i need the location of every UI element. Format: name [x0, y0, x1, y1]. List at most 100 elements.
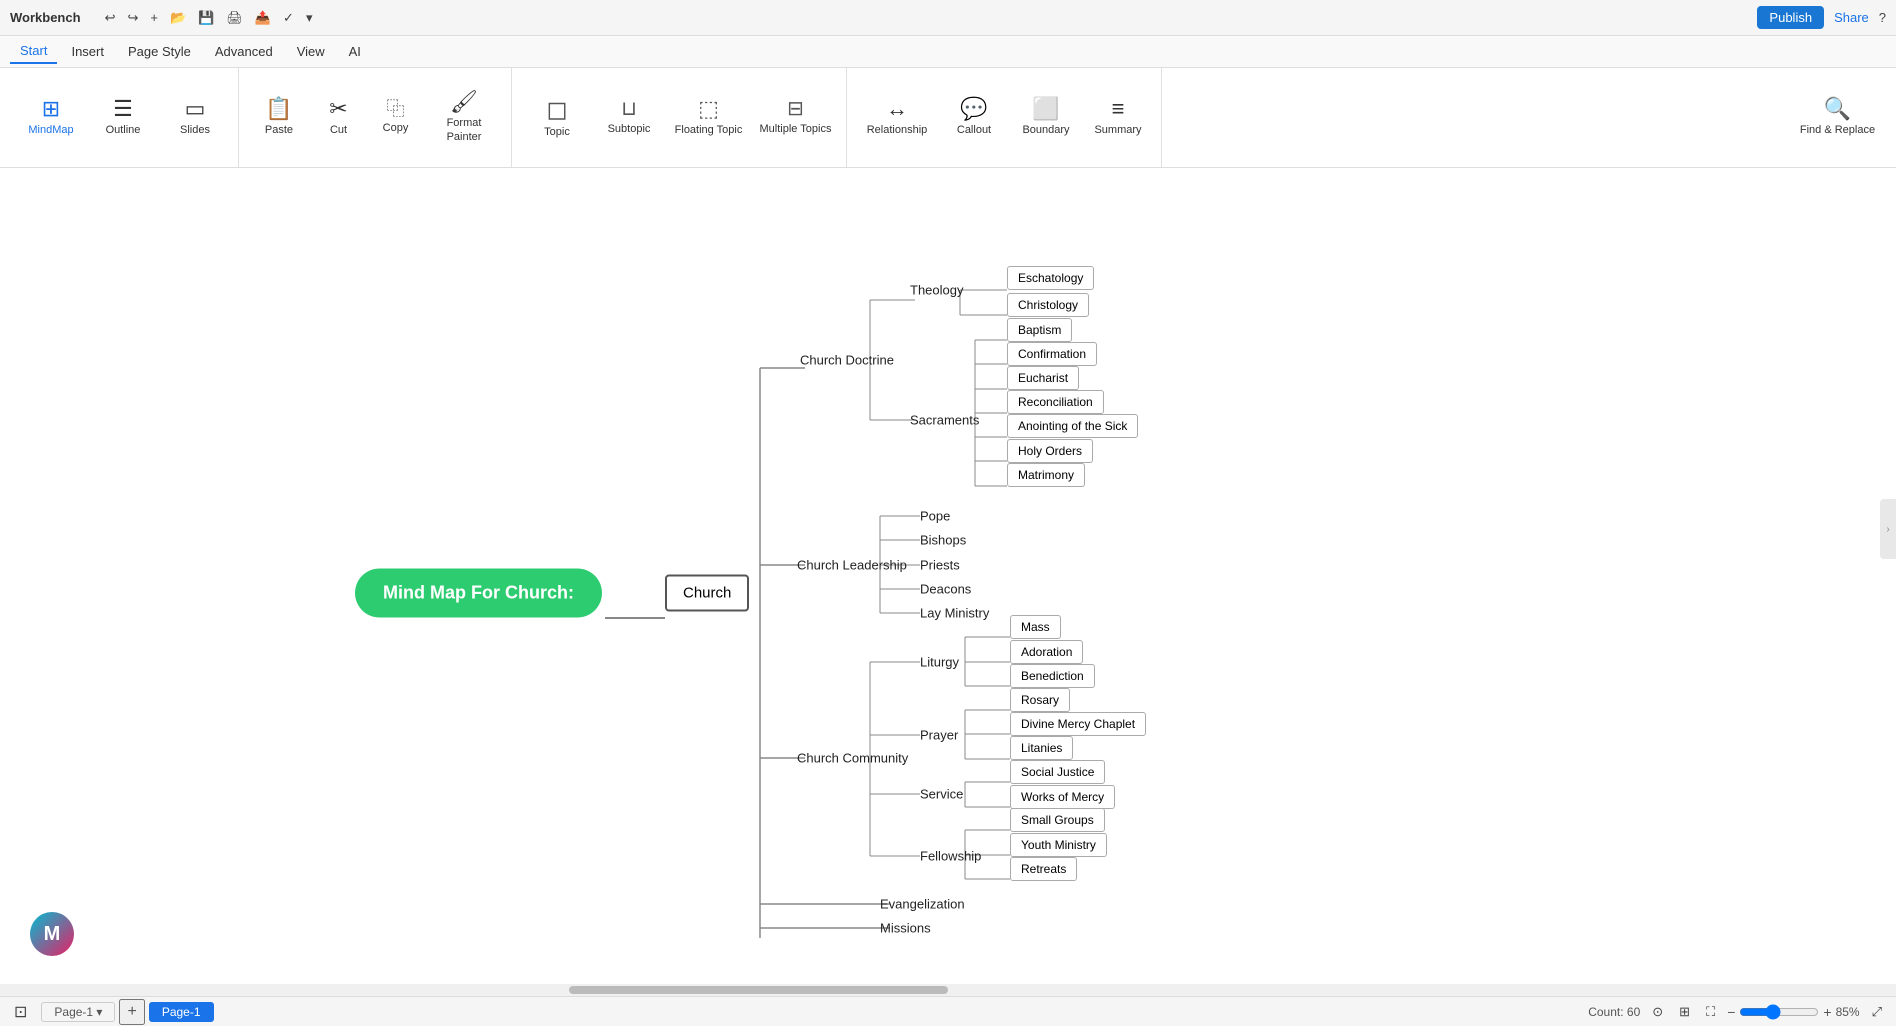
node-benediction[interactable]: Benediction: [1010, 664, 1095, 688]
node-christology[interactable]: Christology: [1007, 293, 1089, 317]
canvas-area[interactable]: ›: [0, 168, 1896, 996]
node-mass[interactable]: Mass: [1010, 615, 1061, 639]
node-bishops[interactable]: Bishops: [920, 533, 966, 548]
node-reconciliation[interactable]: Reconciliation: [1007, 390, 1104, 414]
title-bar: Workbench ↩ ↪ + 📂 💾 🖨 📤 ✓ ▾ Publish Shar…: [0, 0, 1896, 36]
node-works-of-mercy[interactable]: Works of Mercy: [1010, 785, 1115, 809]
fullscreen-button[interactable]: ⛶: [1702, 1002, 1719, 1022]
node-rosary[interactable]: Rosary: [1010, 688, 1070, 712]
node-retreats[interactable]: Retreats: [1010, 857, 1077, 881]
undo-button[interactable]: ↩: [101, 8, 120, 28]
root-node[interactable]: Mind Map For Church:: [355, 569, 602, 618]
node-adoration[interactable]: Adoration: [1010, 640, 1083, 664]
format-painter-icon: 🖌: [450, 91, 478, 113]
summary-button[interactable]: ≡ Summary: [1083, 78, 1153, 158]
add-page-button[interactable]: +: [119, 999, 144, 1025]
more-button[interactable]: ▾: [302, 8, 317, 28]
zoom-controls: − + 85%: [1727, 1004, 1859, 1020]
node-church-doctrine[interactable]: Church Doctrine: [800, 353, 894, 368]
fit-view-button[interactable]: ⊙: [1648, 1002, 1667, 1022]
active-page-tab[interactable]: Page-1: [149, 1002, 214, 1022]
menu-bar: Start Insert Page Style Advanced View AI: [0, 36, 1896, 68]
floating-topic-button[interactable]: ⬚ Floating Topic: [666, 78, 751, 158]
node-theology[interactable]: Theology: [910, 283, 963, 298]
open-button[interactable]: 📂: [166, 8, 190, 28]
save-button[interactable]: 💾: [194, 8, 218, 28]
panel-toggle-button[interactable]: ⊡: [10, 1000, 31, 1024]
toolbar-find: 🔍 Find & Replace: [1787, 68, 1888, 167]
node-deacons[interactable]: Deacons: [920, 582, 971, 597]
node-holy-orders[interactable]: Holy Orders: [1007, 439, 1093, 463]
node-eschatology[interactable]: Eschatology: [1007, 266, 1094, 290]
boundary-button[interactable]: ⬜ Boundary: [1011, 78, 1081, 158]
multiple-topics-button[interactable]: ⊟ Multiple Topics: [753, 78, 838, 158]
menu-insert[interactable]: Insert: [61, 40, 114, 63]
central-label: Church: [683, 585, 731, 602]
print-button[interactable]: 🖨: [222, 8, 247, 28]
node-youth-ministry[interactable]: Youth Ministry: [1010, 833, 1107, 857]
node-evangelization[interactable]: Evangelization: [880, 897, 965, 912]
callout-button[interactable]: 💬 Callout: [939, 78, 1009, 158]
node-missions[interactable]: Missions: [880, 921, 931, 936]
format-painter-button[interactable]: 🖌 Format Painter: [425, 78, 503, 158]
node-pope[interactable]: Pope: [920, 509, 950, 524]
node-liturgy[interactable]: Liturgy: [920, 655, 959, 670]
node-sacraments[interactable]: Sacraments: [910, 413, 979, 428]
outline-button[interactable]: ☰ Outline: [88, 78, 158, 158]
node-matrimony[interactable]: Matrimony: [1007, 463, 1085, 487]
node-divine-mercy[interactable]: Divine Mercy Chaplet: [1010, 712, 1146, 736]
new-button[interactable]: +: [146, 8, 162, 27]
node-anointing[interactable]: Anointing of the Sick: [1007, 414, 1138, 438]
app-icon[interactable]: M: [30, 912, 74, 956]
export-button[interactable]: 📤: [251, 8, 275, 28]
find-replace-button[interactable]: 🔍 Find & Replace: [1795, 78, 1880, 158]
outline-label: Outline: [106, 124, 141, 137]
relationship-label: Relationship: [867, 124, 928, 137]
menu-advanced[interactable]: Advanced: [205, 40, 283, 63]
node-priests[interactable]: Priests: [920, 558, 960, 573]
paste-button[interactable]: 📋 Paste: [249, 78, 309, 158]
menu-start[interactable]: Start: [10, 39, 57, 64]
zoom-slider[interactable]: [1739, 1004, 1819, 1020]
page-dropdown[interactable]: Page-1 ▾: [41, 1002, 115, 1022]
topic-button[interactable]: ◻ Topic: [522, 78, 592, 158]
node-church-community[interactable]: Church Community: [797, 751, 908, 766]
zoom-out-button[interactable]: −: [1727, 1004, 1735, 1020]
subtopic-button[interactable]: ⊔ Subtopic: [594, 78, 664, 158]
node-litanies[interactable]: Litanies: [1010, 736, 1073, 760]
menu-page-style[interactable]: Page Style: [118, 40, 201, 63]
menu-view[interactable]: View: [287, 40, 335, 63]
right-sidebar-tab[interactable]: ›: [1880, 499, 1896, 559]
status-bar: ⊡ Page-1 ▾ + Page-1 Count: 60 ⊙ ⊞ ⛶ − + …: [0, 996, 1896, 1026]
central-node[interactable]: Church: [665, 575, 749, 612]
cut-button[interactable]: ✂ Cut: [311, 78, 366, 158]
fit-all-button[interactable]: ⤢: [1868, 1002, 1886, 1022]
node-church-leadership[interactable]: Church Leadership: [797, 558, 907, 573]
node-prayer[interactable]: Prayer: [920, 728, 958, 743]
slides-button[interactable]: ▭ Slides: [160, 78, 230, 158]
share-link[interactable]: Share: [1834, 10, 1869, 25]
node-small-groups[interactable]: Small Groups: [1010, 808, 1105, 832]
publish-button[interactable]: Publish: [1757, 6, 1824, 29]
scrollbar-thumb[interactable]: [569, 986, 948, 994]
redo-button[interactable]: ↪: [123, 8, 142, 28]
node-lay-ministry[interactable]: Lay Ministry: [920, 606, 989, 621]
page-tabs: Page-1 ▾ + Page-1: [41, 999, 213, 1025]
node-fellowship[interactable]: Fellowship: [920, 849, 981, 864]
copy-button[interactable]: ⿻ Copy: [368, 78, 423, 158]
layout-button[interactable]: ⊞: [1675, 1002, 1694, 1022]
help-icon[interactable]: ?: [1879, 10, 1886, 25]
zoom-in-button[interactable]: +: [1823, 1004, 1831, 1020]
check-button[interactable]: ✓: [279, 8, 298, 28]
node-service[interactable]: Service: [920, 787, 963, 802]
menu-ai[interactable]: AI: [339, 40, 371, 63]
node-social-justice[interactable]: Social Justice: [1010, 760, 1105, 784]
mindmap-button[interactable]: ⊞ MindMap: [16, 78, 86, 158]
app-logo: Workbench: [10, 10, 81, 25]
paste-icon: 📋: [265, 98, 292, 120]
horizontal-scrollbar[interactable]: [0, 984, 1896, 996]
node-confirmation[interactable]: Confirmation: [1007, 342, 1097, 366]
node-eucharist[interactable]: Eucharist: [1007, 366, 1079, 390]
relationship-button[interactable]: ↔ Relationship: [857, 78, 937, 158]
node-baptism[interactable]: Baptism: [1007, 318, 1072, 342]
